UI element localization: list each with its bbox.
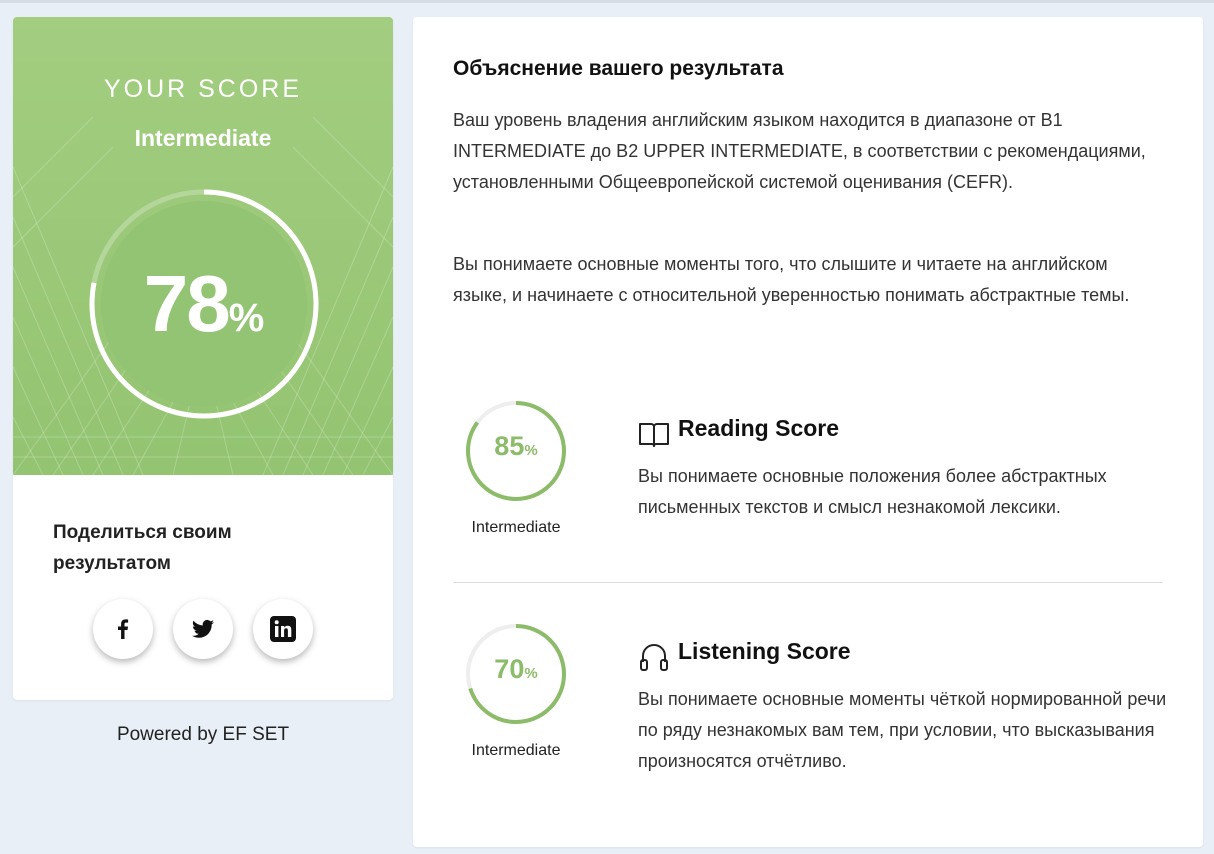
linkedin-share-button[interactable] <box>253 599 313 659</box>
reading-score-percent: % <box>524 442 538 459</box>
book-icon <box>639 423 669 447</box>
reading-score-description: Вы понимаете основные положения более аб… <box>638 466 1107 517</box>
twitter-icon <box>192 619 214 638</box>
listening-level: Intermediate <box>471 742 561 759</box>
overall-score-percent: % <box>228 296 265 340</box>
share-label: Поделиться своим результатом <box>53 522 232 574</box>
score-hero: YOUR SCORE Intermediate 78% <box>13 17 393 475</box>
explanation-paragraph: Ваш уровень владения английским языком н… <box>453 110 1146 192</box>
reading-score-number: 85 <box>494 431 525 461</box>
facebook-share-button[interactable] <box>93 599 153 659</box>
top-border <box>0 0 1214 3</box>
section-divider <box>453 582 1163 583</box>
listening-score-value: 70% <box>464 654 568 685</box>
reading-score-value: 85% <box>464 431 568 462</box>
listening-score-title: Listening Score <box>678 638 851 664</box>
social-share-row <box>93 599 333 663</box>
reading-score-title: Reading Score <box>678 415 840 441</box>
explanation-paragraph: Вы понимаете основные моменты того, что … <box>453 254 1130 305</box>
listening-score-description: Вы понимаете основные моменты чёткой нор… <box>638 689 1167 771</box>
powered-by: Powered by EF SET <box>116 724 290 745</box>
reading-level: Intermediate <box>471 519 561 536</box>
overall-level: Intermediate <box>134 125 272 151</box>
your-score-heading: YOUR SCORE <box>103 75 303 103</box>
overall-score-value: 78% <box>88 258 320 350</box>
listening-score-number: 70 <box>494 654 525 684</box>
linkedin-icon <box>270 616 296 642</box>
reading-score-section: 85% Intermediate Reading Score Вы понима… <box>453 399 1173 549</box>
facebook-icon <box>118 619 129 639</box>
headphones-icon <box>640 644 668 671</box>
listening-score-percent: % <box>524 665 538 682</box>
listening-score-dial: 70% <box>464 622 568 726</box>
overall-score-dial: 78% <box>88 188 320 420</box>
explanation-card: Объяснение вашего результата Ваш уровень… <box>413 17 1203 847</box>
twitter-share-button[interactable] <box>173 599 233 659</box>
overall-score-number: 78 <box>143 259 231 348</box>
score-card: YOUR SCORE Intermediate 78% Поделиться с… <box>13 17 393 700</box>
listening-score-section: 70% Intermediate Listening Score Вы пони… <box>453 622 1173 772</box>
explanation-title: Объяснение вашего результата <box>453 57 784 80</box>
reading-score-dial: 85% <box>464 399 568 503</box>
